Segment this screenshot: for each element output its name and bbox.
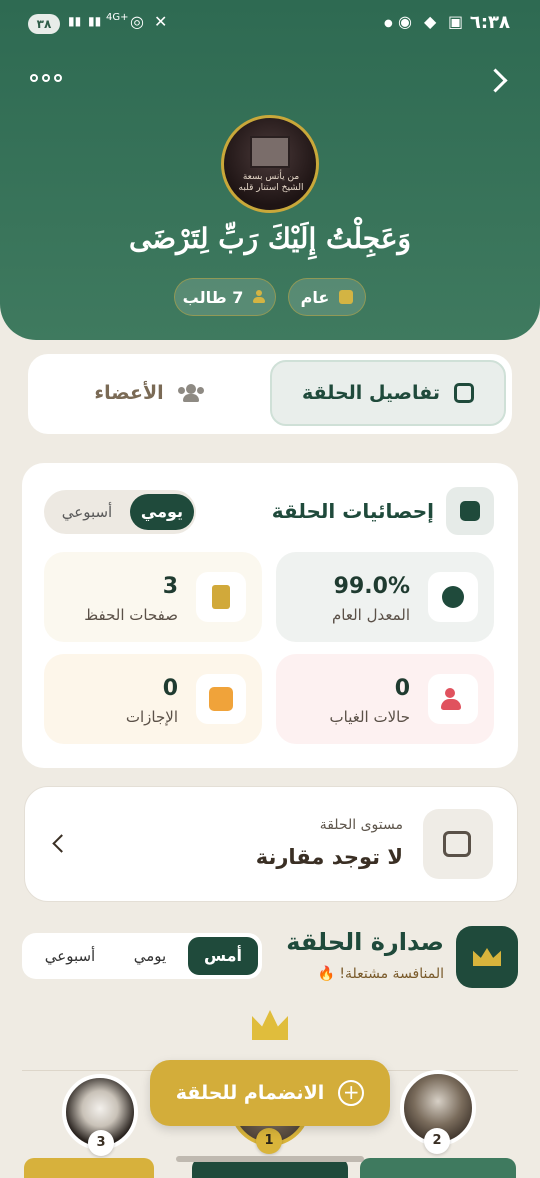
stat-value: 0 xyxy=(394,676,410,701)
battery-indicator: ٣٨ xyxy=(28,14,60,34)
bottom-card-left xyxy=(24,1158,154,1178)
toggle-weekly[interactable]: أسبوعي xyxy=(32,937,108,975)
toggle-weekly[interactable]: أسبوعي xyxy=(54,494,120,530)
tab-details[interactable]: تفاصيل الحلقة xyxy=(270,360,506,426)
toggle-daily[interactable]: يومي xyxy=(130,494,194,530)
group-level-card[interactable]: مستوى الحلقة لا توجد مقارنة xyxy=(24,786,518,902)
toggle-yesterday[interactable]: أمس xyxy=(188,937,258,975)
students-icon xyxy=(253,290,267,304)
status-bar: ٣٨ ▮▮ ▮▮ 4G+ ◎ ✕ ● ◉ ◆ ▣ ٦:٣٨ xyxy=(0,0,540,50)
stat-value: 0 xyxy=(162,676,178,701)
whatsapp-icon: ◉ xyxy=(398,12,412,31)
join-group-label: الانضمام للحلقة xyxy=(175,1082,325,1104)
people-icon xyxy=(441,688,465,710)
snapchat-icon: ◆ xyxy=(424,12,437,31)
leaderboard-title: صدارة الحلقة xyxy=(286,928,444,956)
stat-label: الإجازات xyxy=(125,708,178,726)
screenshot-icon: ▣ xyxy=(448,12,464,31)
level-value: لا توجد مقارنة xyxy=(255,845,403,869)
stat-value: 3 xyxy=(162,574,178,599)
mute-icon: ✕ xyxy=(154,12,168,31)
group-title: وَعَجِلْتُ إِلَيْكَ رَبِّ لِتَرْضَى xyxy=(128,222,412,255)
toggle-daily[interactable]: يومي xyxy=(112,937,188,975)
stat-value: 99.0% xyxy=(333,574,410,599)
book-icon xyxy=(212,585,230,609)
stat-icon-box xyxy=(428,674,478,724)
first-place-crown-icon xyxy=(252,1010,288,1040)
tab-members-label: الأعضاء xyxy=(94,382,164,404)
students-pill: 7 طالب xyxy=(174,278,276,316)
stat-icon-box xyxy=(196,674,246,724)
trend-chart-icon xyxy=(423,809,493,879)
stats-title: إحصائيات الحلقة xyxy=(271,499,434,523)
bottom-card-right xyxy=(360,1158,516,1178)
clock: ٦:٣٨ xyxy=(469,12,510,33)
stat-label: المعدل العام xyxy=(331,606,410,624)
leaderboard-period-toggle: أمس يومي أسبوعي xyxy=(22,933,262,979)
students-label: 7 طالب xyxy=(182,287,244,307)
tab-details-label: تفاصيل الحلقة xyxy=(302,382,440,404)
leaderboard-subtitle: المنافسة مشتعلة! 🔥 xyxy=(318,966,445,982)
pie-chart-icon xyxy=(442,586,464,608)
stats-period-toggle: يومي أسبوعي xyxy=(44,490,196,534)
stat-memorized-pages: 3 صفحات الحفظ xyxy=(44,552,262,642)
flame-icon: 🔥 xyxy=(317,966,335,982)
stat-label: حالات الغياب xyxy=(329,708,410,726)
network-type: 4G+ xyxy=(106,12,129,23)
segment-tabs: تفاصيل الحلقة الأعضاء xyxy=(28,354,512,434)
signal-icon: ▮▮ xyxy=(88,14,102,28)
stat-icon-box xyxy=(428,572,478,622)
home-indicator xyxy=(176,1156,364,1162)
members-icon xyxy=(177,384,204,402)
more-options-icon[interactable] xyxy=(30,74,64,88)
edit-icon xyxy=(453,383,474,403)
level-subtitle: مستوى الحلقة xyxy=(319,817,403,833)
stat-absences: 0 حالات الغياب xyxy=(276,654,494,744)
rank-3-badge: 3 xyxy=(88,1130,114,1156)
hotspot-icon: ◎ xyxy=(130,12,144,31)
leaderboard-icon-box xyxy=(456,926,518,988)
visibility-pill: عام xyxy=(288,278,366,316)
stat-leaves: 0 الإجازات xyxy=(44,654,262,744)
chart-icon xyxy=(446,487,494,535)
crown-icon xyxy=(473,948,501,966)
book-icon xyxy=(339,290,354,304)
group-avatar: من يأنس بسعة الشيخ استنار قلبه xyxy=(221,115,319,213)
stat-average: 99.0% المعدل العام xyxy=(276,552,494,642)
chevron-left-icon xyxy=(52,834,71,853)
signal-icon: ▮▮ xyxy=(68,14,82,28)
avatar-caption: من يأنس بسعة الشيخ استنار قلبه xyxy=(238,172,304,193)
stat-icon-box xyxy=(196,572,246,622)
join-group-button[interactable]: + الانضمام للحلقة xyxy=(150,1060,390,1126)
avatar-image-shape xyxy=(250,136,290,168)
visibility-label: عام xyxy=(300,287,330,307)
stat-label: صفحات الحفظ xyxy=(84,606,178,624)
rank-1-badge: 1 xyxy=(256,1128,282,1154)
dot-icon: ● xyxy=(384,18,393,29)
plus-icon: + xyxy=(338,1080,365,1106)
stats-card: إحصائيات الحلقة يومي أسبوعي 99.0% المعدل… xyxy=(22,463,518,768)
calendar-icon xyxy=(209,687,233,711)
leaderboard-subtitle-text: المنافسة مشتعلة! xyxy=(339,966,444,982)
tab-members[interactable]: الأعضاء xyxy=(34,360,264,426)
rank-2-badge: 2 xyxy=(424,1128,450,1154)
